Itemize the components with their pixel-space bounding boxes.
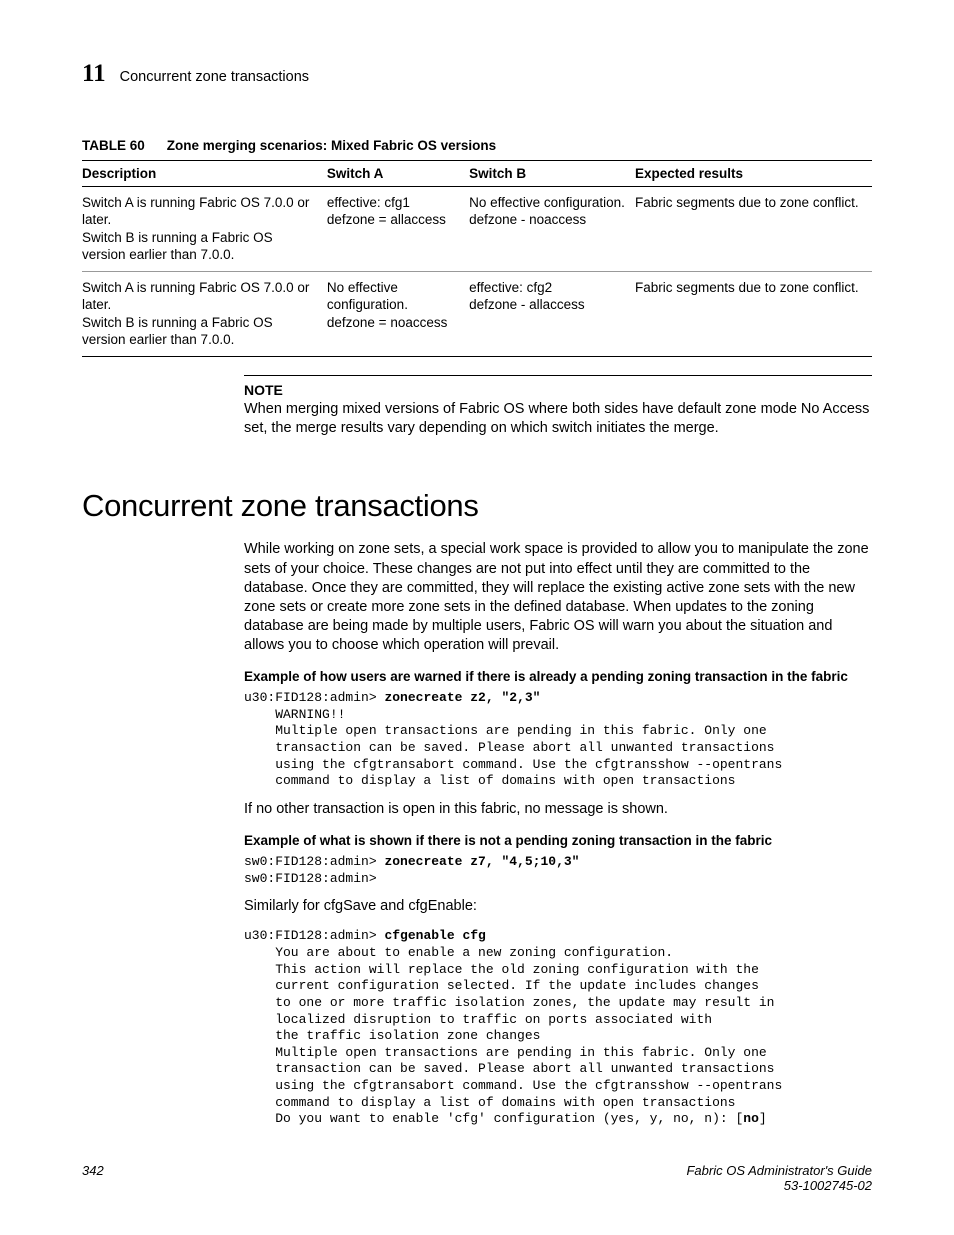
example1-code: u30:FID128:admin> zonecreate z2, "2,3" W… [244, 690, 872, 790]
th-switch-a: Switch A [327, 161, 469, 187]
cell-exp: Fabric segments due to zone conflict. [635, 187, 872, 272]
code-body: You are about to enable a new zoning con… [244, 945, 782, 1126]
footer-doc-number: 53-1002745-02 [686, 1178, 872, 1193]
cell-b: No effective configuration.defzone - noa… [469, 187, 635, 272]
table-caption: TABLE 60 Zone merging scenarios: Mixed Fa… [82, 138, 872, 154]
mid-paragraph: If no other transaction is open in this … [244, 800, 872, 819]
section-heading: Concurrent zone transactions [82, 488, 872, 524]
chapter-title: Concurrent zone transactions [120, 69, 309, 85]
example2-heading: Example of what is shown if there is not… [244, 833, 872, 848]
code-prompt: sw0:FID128:admin> [244, 854, 384, 869]
intro-paragraph: While working on zone sets, a special wo… [244, 540, 872, 655]
table-row: Switch A is running Fabric OS 7.0.0 or l… [82, 187, 872, 272]
cell-exp: Fabric segments due to zone conflict. [635, 272, 872, 357]
page-header: 11 Concurrent zone transactions [82, 60, 872, 88]
code-cmd: zonecreate z2, "2,3" [384, 690, 540, 705]
note-label: NOTE [244, 382, 872, 398]
page-footer: 342 Fabric OS Administrator's Guide 53-1… [82, 1163, 872, 1193]
th-description: Description [82, 161, 327, 187]
note-block: NOTE When merging mixed versions of Fabr… [244, 375, 872, 438]
code-prompt: u30:FID128:admin> [244, 928, 384, 943]
example1-heading: Example of how users are warned if there… [244, 669, 872, 684]
code-cmd: zonecreate z7, "4,5;10,3" [384, 854, 579, 869]
code-prompt: u30:FID128:admin> [244, 690, 384, 705]
similarly-paragraph: Similarly for cfgSave and cfgEnable: [244, 897, 872, 916]
th-switch-b: Switch B [469, 161, 635, 187]
cell-a: No effective configuration.defzone = noa… [327, 272, 469, 357]
chapter-number: 11 [82, 60, 106, 88]
code-body: WARNING!! Multiple open transactions are… [244, 707, 782, 789]
table-label: TABLE 60 [82, 138, 145, 153]
th-expected: Expected results [635, 161, 872, 187]
note-text: When merging mixed versions of Fabric OS… [244, 400, 872, 438]
cell-desc: Switch A is running Fabric OS 7.0.0 or l… [82, 272, 327, 357]
code-bold: no [743, 1111, 759, 1126]
scenario-table: Description Switch A Switch B Expected r… [82, 160, 872, 357]
example3-code: u30:FID128:admin> cfgenable cfg You are … [244, 928, 872, 1128]
cell-desc: Switch A is running Fabric OS 7.0.0 or l… [82, 187, 327, 272]
table-row: Switch A is running Fabric OS 7.0.0 or l… [82, 272, 872, 357]
cell-b: effective: cfg2defzone - allaccess [469, 272, 635, 357]
code-line: sw0:FID128:admin> [244, 871, 377, 886]
table-caption-text: Zone merging scenarios: Mixed Fabric OS … [167, 138, 496, 153]
note-rule [244, 375, 872, 376]
footer-doc-title: Fabric OS Administrator's Guide [686, 1163, 872, 1178]
footer-page-number: 342 [82, 1163, 104, 1193]
example2-code: sw0:FID128:admin> zonecreate z7, "4,5;10… [244, 854, 872, 887]
cell-a: effective: cfg1defzone = allaccess [327, 187, 469, 272]
code-cmd: cfgenable cfg [384, 928, 485, 943]
code-after: ] [759, 1111, 767, 1126]
